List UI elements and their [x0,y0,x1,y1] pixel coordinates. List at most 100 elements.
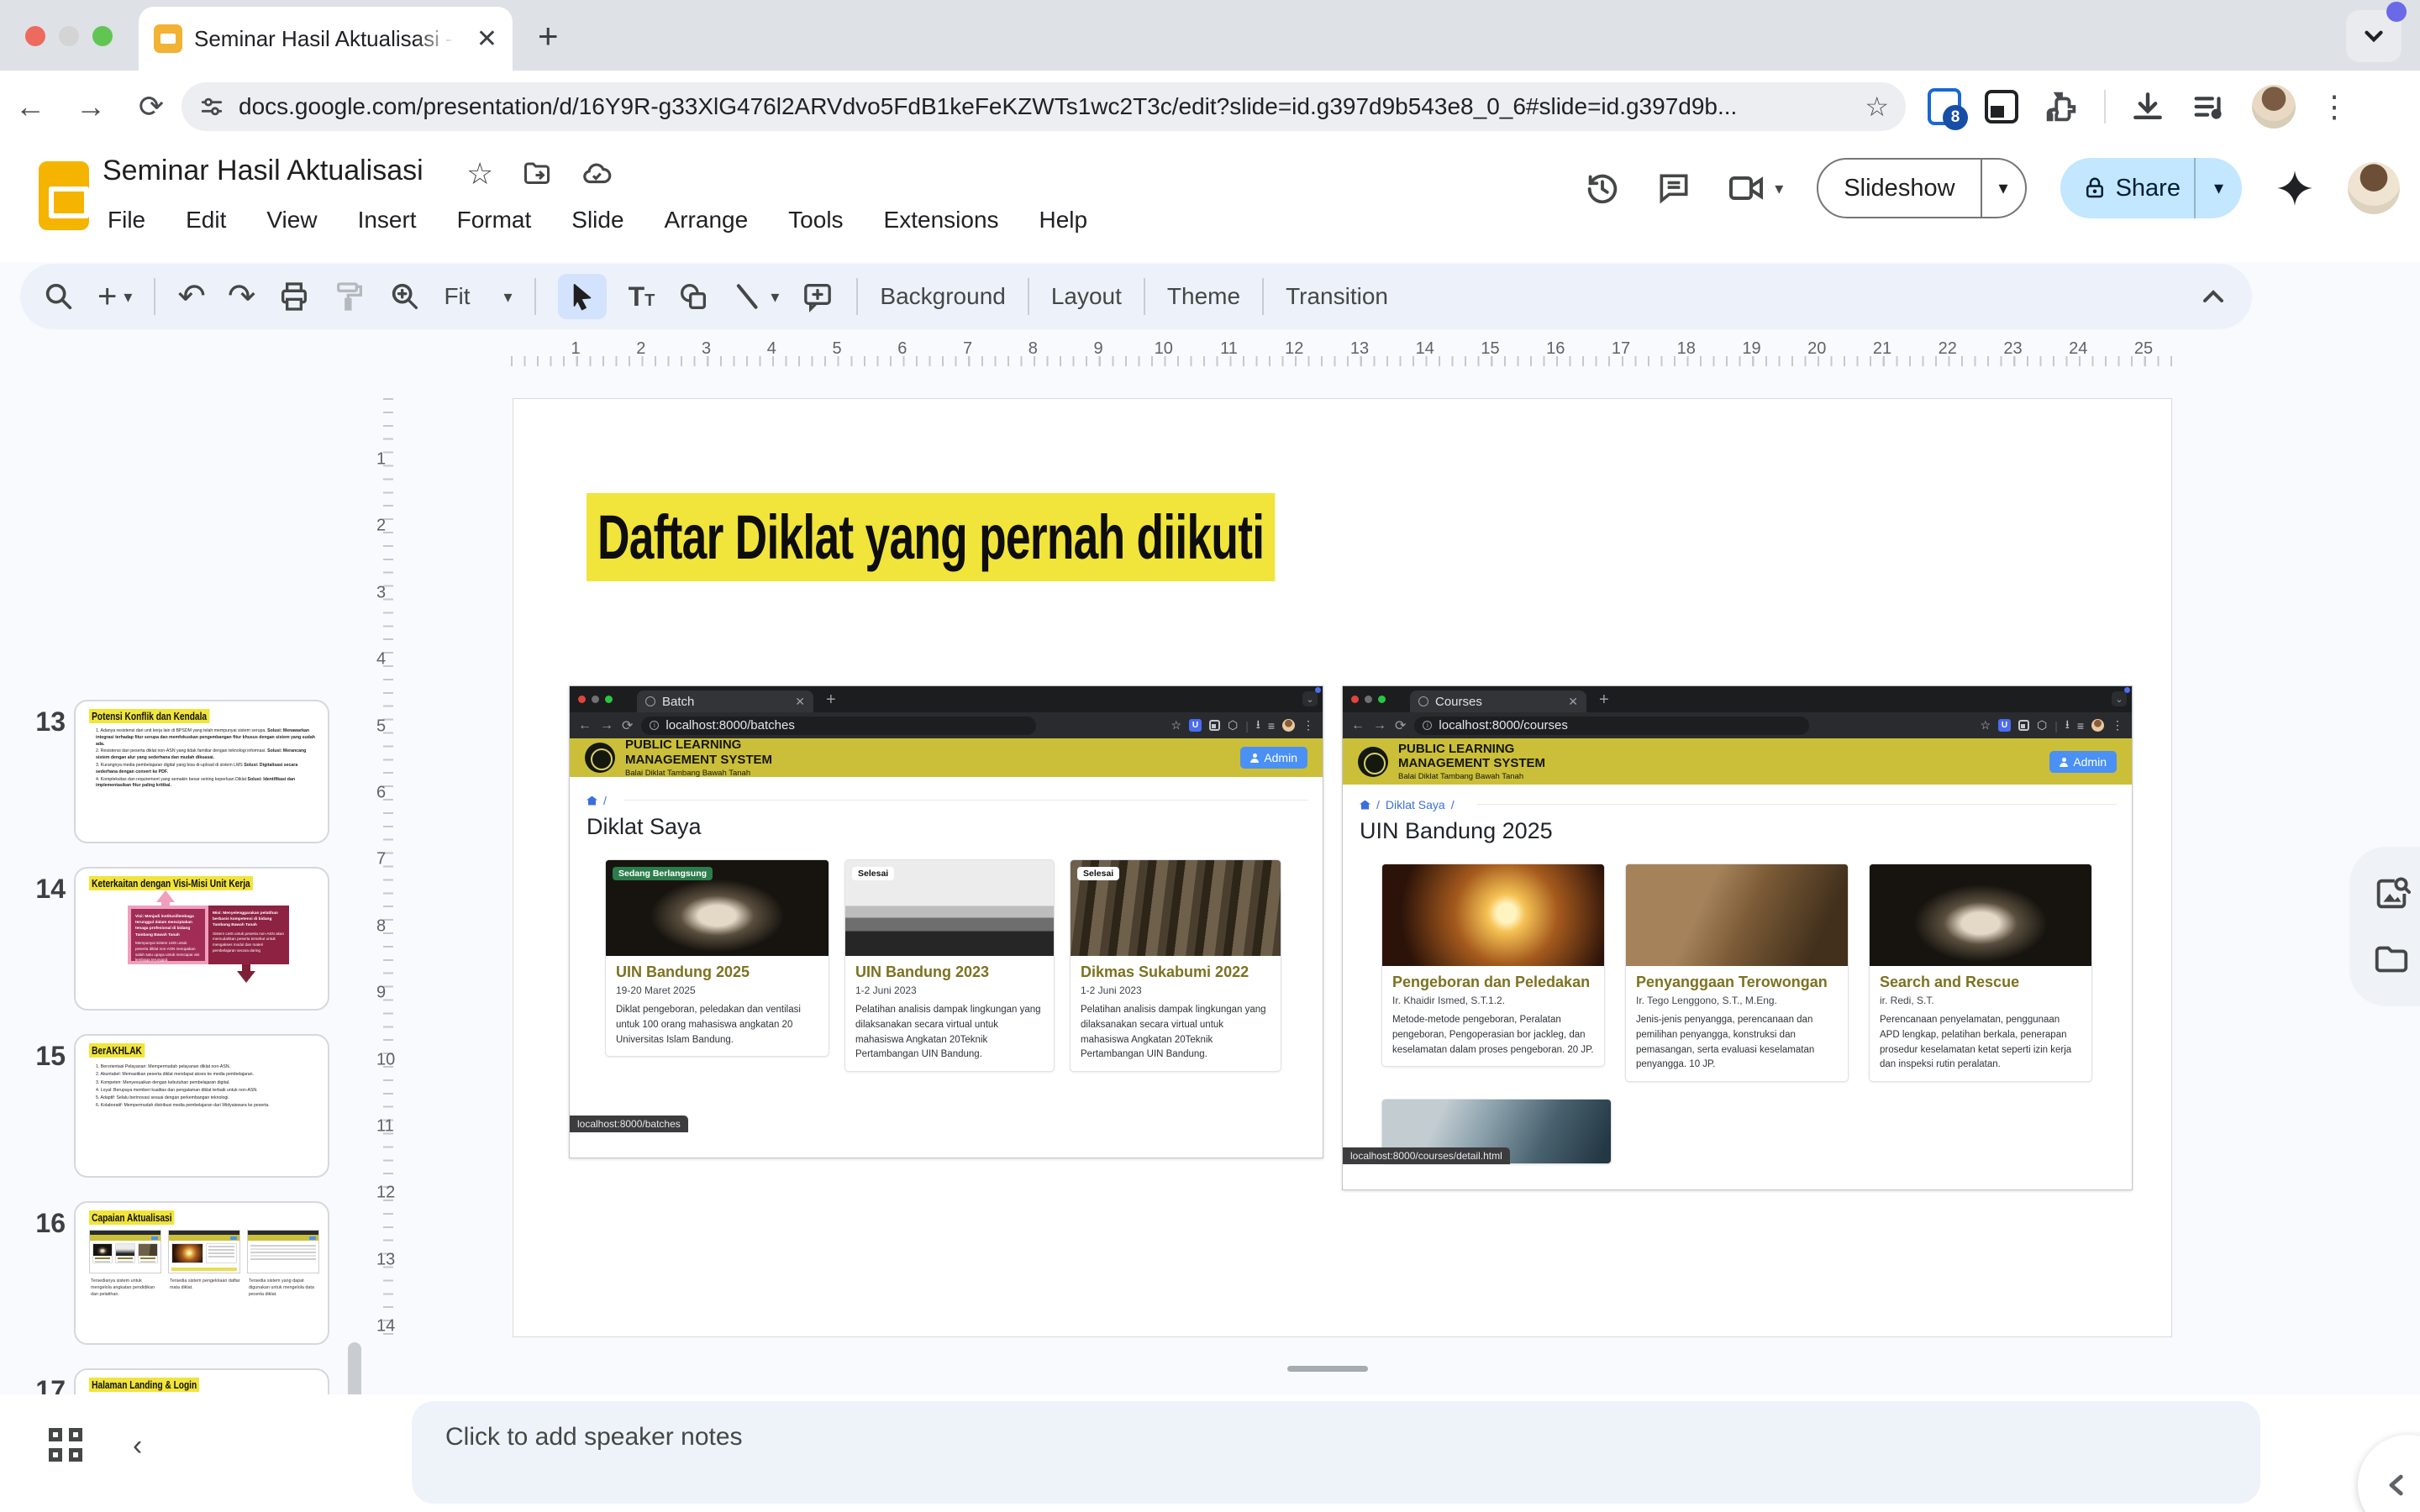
ruler-number: 21 [1873,339,1891,359]
insert-comment-icon[interactable] [801,280,834,313]
screenshot-courses[interactable]: Courses✕ + ⌄ ←→⟳ ilocalhost:8000/courses… [1342,685,2133,1190]
site-info-icon[interactable] [198,93,225,120]
version-history-icon[interactable] [1583,169,1622,207]
menu-extensions[interactable]: Extensions [882,203,1001,237]
bookmark-star-icon[interactable]: ☆ [1865,91,1889,123]
move-folder-icon[interactable] [522,159,552,189]
zoom-select[interactable]: Fit ▾ [444,283,512,310]
share-caret[interactable]: ▾ [2194,158,2242,218]
notification-dot [1315,687,1321,693]
redo-icon[interactable]: ↷ [228,277,256,316]
gemini-icon[interactable] [2275,169,2314,207]
menu-tools[interactable]: Tools [786,203,844,237]
line-tool[interactable]: ▾ [732,281,779,312]
print-icon[interactable] [277,280,311,313]
comments-icon[interactable] [1655,170,1692,207]
omnibox[interactable]: docs.google.com/presentation/d/16Y9R-g33… [182,82,1906,131]
zoom-value: Fit [444,283,470,310]
search-icon[interactable] [42,280,76,313]
ruler-number: 12 [376,1184,395,1203]
image-search-icon[interactable] [2372,874,2411,913]
folder-icon[interactable] [2372,940,2411,979]
lms-header: PUBLIC LEARNINGMANAGEMENT SYSTEMBalai Di… [570,738,1323,777]
theme-button[interactable]: Theme [1167,283,1240,310]
speaker-notes-input[interactable]: Click to add speaker notes [412,1401,2260,1504]
collapse-filmstrip-icon[interactable]: ‹ [133,1430,142,1462]
paint-format-icon[interactable] [333,280,366,313]
app-header: Seminar Hasil Aktualisasi ☆ File Edit Vi… [0,143,2420,262]
divider [1144,278,1145,315]
slide-thumbnail-16[interactable]: Capaian Aktualisasi Tersedianya sistem u… [74,1201,329,1345]
download-icon[interactable] [2129,88,2166,125]
extensions-icon[interactable] [2042,87,2081,126]
slide-thumbnail-17[interactable]: Halaman Landing & Login SISTEM MANAJEMEN… [74,1368,329,1394]
forward-icon[interactable]: → [60,89,121,124]
grid-view-icon[interactable] [49,1428,82,1462]
home-icon [587,796,597,806]
account-avatar[interactable] [2348,162,2400,214]
tab-close-icon[interactable]: ✕ [476,24,497,54]
macos-close-button[interactable] [25,26,45,46]
menu-insert[interactable]: Insert [356,203,418,237]
new-slide-button[interactable]: +▾ [97,284,132,309]
browser-profile-avatar[interactable] [2252,85,2296,129]
slides-logo[interactable] [39,161,89,230]
collapse-toolbar-icon[interactable] [2196,280,2230,313]
status-bar: localhost:8000/batches [570,1116,688,1132]
lms-logo [1358,747,1388,777]
new-slide-caret-icon: ▾ [124,286,132,307]
undo-icon[interactable]: ↶ [177,277,206,316]
background-button[interactable]: Background [880,283,1005,310]
screenshot-batches[interactable]: Batch✕ + ⌄ ←→⟳ ilocalhost:8000/batches ☆… [569,685,1323,1158]
ruler-number: 18 [1677,339,1696,359]
star-document-icon[interactable]: ☆ [466,156,493,192]
macos-minimize-button[interactable] [59,26,79,46]
macos-zoom-button[interactable] [92,26,113,46]
thumb-title: Halaman Landing & Login [89,1378,199,1392]
reading-mode-icon[interactable] [1985,90,2018,123]
reload-icon[interactable]: ⟳ [121,89,182,124]
zoom-icon[interactable] [388,280,422,313]
select-tool[interactable] [558,274,607,319]
admin-button: Admin [1240,747,1307,769]
doc-title[interactable]: Seminar Hasil Aktualisasi [103,155,424,187]
url-text: docs.google.com/presentation/d/16Y9R-g33… [239,93,1851,120]
cloud-saved-icon[interactable] [581,158,613,190]
new-tab-button[interactable]: + [538,18,559,54]
status-bar: localhost:8000/courses/detail.html [1343,1147,1510,1164]
browser-tab[interactable]: Seminar Hasil Aktualisasi - Go ✕ [139,7,513,71]
slide-title-block[interactable]: Daftar Diklat yang pernah diikuti [587,493,1543,581]
slideshow-caret[interactable]: ▾ [1981,160,2025,217]
tab-group-icon[interactable]: 8 [1928,88,1961,125]
slide-thumbnail-13[interactable]: Potensi Konflik dan Kendala 1. Adanya re… [74,700,329,843]
menu-file[interactable]: File [106,203,147,237]
menu-edit[interactable]: Edit [184,203,228,237]
home-icon [1360,801,1370,810]
person-icon [2060,758,2068,766]
shape-tool-icon[interactable] [676,280,710,313]
layout-button[interactable]: Layout [1051,283,1122,310]
ruler-number: 23 [2003,339,2022,359]
menu-format[interactable]: Format [455,203,534,237]
notes-resize-handle[interactable] [1287,1366,1368,1372]
media-queue-icon[interactable] [2190,87,2228,126]
menu-arrange[interactable]: Arrange [663,203,750,237]
notification-dot [2386,2,2407,22]
slide-thumbnail-15[interactable]: BerAKHLAK 1. Berorientasi Pelayanan: Mem… [74,1034,329,1178]
slide-canvas[interactable]: Daftar Diklat yang pernah diikuti Batch✕… [513,398,2172,1337]
filmstrip-scrollbar[interactable] [348,1342,361,1394]
browser-menu-icon[interactable]: ⋮ [2319,89,2349,124]
transition-button[interactable]: Transition [1286,283,1388,310]
zoom-caret-icon: ▾ [504,286,513,307]
textbox-tool-icon[interactable]: TT [629,281,655,312]
menu-slide[interactable]: Slide [570,203,625,237]
mini-browser-urlrow: ←→⟳ ilocalhost:8000/courses ☆U⬡|⭳≡⋮ [1343,712,2132,738]
share-button[interactable]: Share ▾ [2060,158,2242,218]
meet-button[interactable]: ▾ [1726,168,1783,208]
slide-thumbnail-14[interactable]: Keterkaitan dengan Visi-Misi Unit Kerja … [74,867,329,1011]
back-icon[interactable]: ← [0,89,60,124]
admin-button: Admin [2049,751,2117,773]
menu-view[interactable]: View [265,203,318,237]
slideshow-button[interactable]: Slideshow ▾ [1817,158,2026,218]
menu-help[interactable]: Help [1038,203,1090,237]
